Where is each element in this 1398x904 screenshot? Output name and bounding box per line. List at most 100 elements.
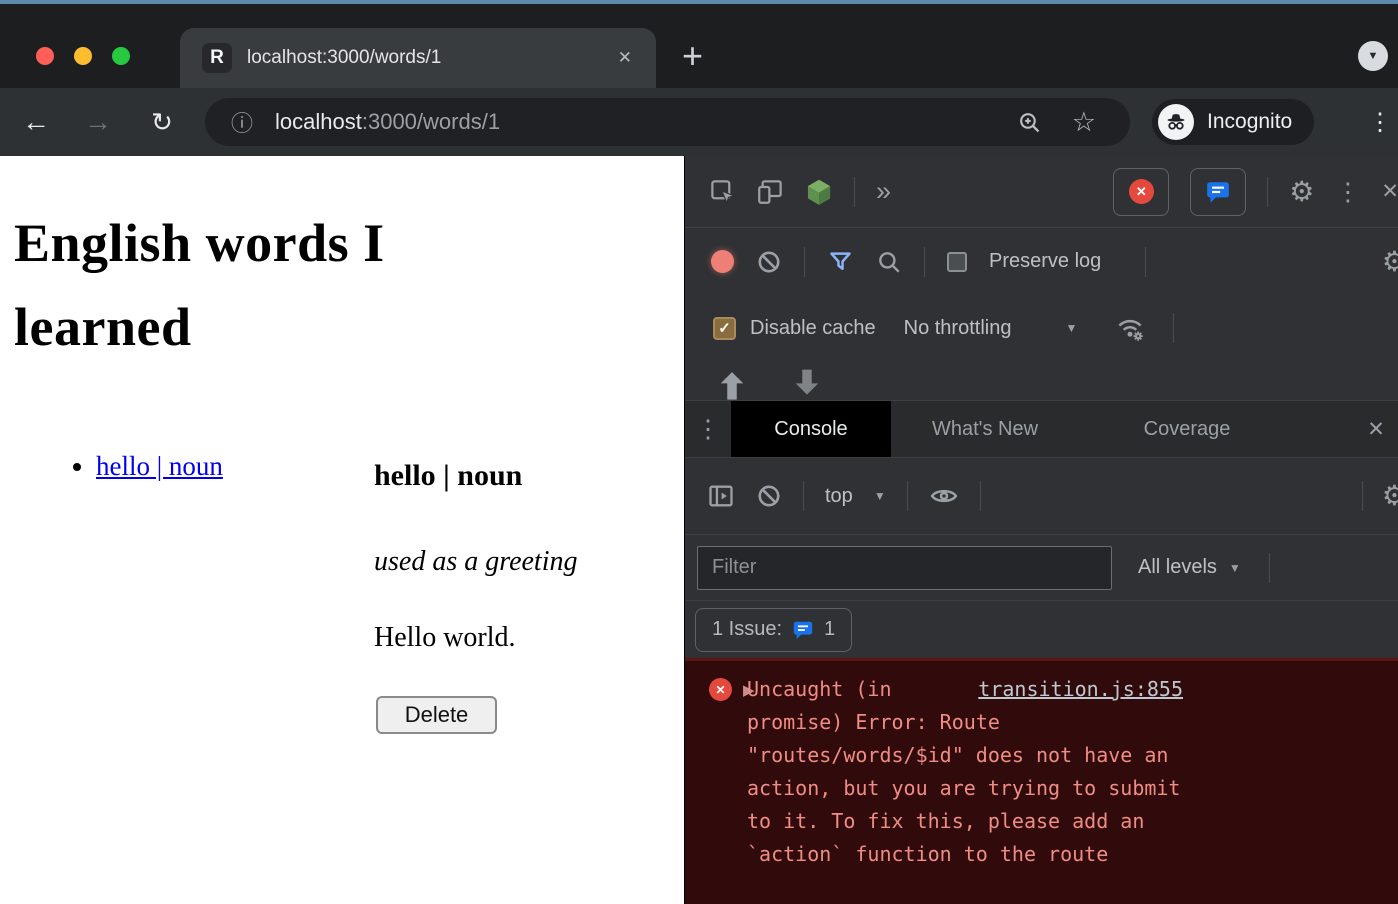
url-host: localhost [275, 109, 362, 134]
chevron-down-icon[interactable]: ▼ [1065, 321, 1077, 335]
preserve-log-checkbox[interactable] [947, 252, 967, 272]
browser-toolbar: ← → ↻ ⓘ localhost:3000/words/1 ☆ Incogni… [0, 88, 1398, 156]
issues-text: 1 Issue: [712, 618, 782, 641]
tab-search-button[interactable]: ▼ [1358, 41, 1388, 71]
address-bar[interactable]: ⓘ localhost:3000/words/1 ☆ [205, 98, 1130, 146]
chat-bubble-icon [792, 619, 814, 641]
browser-tab[interactable]: R localhost:3000/words/1 ✕ [180, 28, 656, 88]
tab-title: localhost:3000/words/1 [247, 47, 618, 69]
separator [803, 481, 804, 511]
devtools-close-icon[interactable]: ✕ [1381, 179, 1398, 204]
record-network-log-button[interactable] [711, 250, 734, 273]
forward-button[interactable]: → [76, 88, 120, 156]
url-text: localhost:3000/words/1 [275, 109, 1017, 135]
separator [804, 247, 805, 277]
separator [1362, 481, 1363, 511]
browser-menu-icon[interactable]: ⋮ [1362, 88, 1398, 156]
separator [1145, 247, 1146, 277]
console-filter-row: All levels ▼ [685, 535, 1398, 601]
clear-console-icon[interactable] [756, 483, 782, 509]
zoom-in-icon[interactable] [1017, 110, 1042, 135]
list-item: hello | noun [96, 451, 223, 482]
back-button[interactable]: ← [14, 88, 58, 156]
separator [854, 177, 855, 207]
url-path: :3000/words/1 [362, 109, 500, 134]
more-panels-icon[interactable]: » [876, 176, 891, 207]
disable-cache-checkbox[interactable]: ✓ [713, 317, 736, 340]
separator [907, 481, 908, 511]
search-network-icon[interactable] [876, 249, 902, 275]
macos-close-button[interactable] [36, 47, 54, 65]
drawer-close-icon[interactable]: ✕ [1353, 417, 1398, 442]
word-detail-title: hello | noun [374, 459, 522, 493]
web-page: English words I learned hello | noun hel… [0, 156, 684, 904]
error-source-link[interactable]: transition.js:855 [978, 673, 1183, 706]
inspect-element-icon[interactable] [709, 178, 736, 205]
reload-button[interactable]: ↻ [140, 88, 184, 156]
page-title: English words I learned [14, 202, 574, 369]
devtools-panel: » ✕ ⚙ ⋮ ✕ [684, 156, 1398, 904]
separator [980, 481, 981, 511]
import-har-up-arrow-icon[interactable] [717, 367, 747, 401]
error-message-block: transition.js:855Uncaught (in promise) E… [747, 673, 1183, 871]
console-sidebar-icon[interactable] [707, 482, 735, 510]
nodejs-icon[interactable] [805, 178, 833, 206]
device-toolbar-icon[interactable] [757, 178, 784, 205]
error-count-badge[interactable]: ✕ [1113, 168, 1169, 216]
console-error-entry: ✕ ▶ transition.js:855Uncaught (in promis… [685, 658, 1398, 904]
tab-coverage[interactable]: Coverage [1097, 401, 1277, 458]
devtools-settings-icon[interactable]: ⚙ [1289, 178, 1314, 206]
word-definition: used as a greeting [374, 546, 578, 578]
tab-console[interactable]: Console [731, 401, 891, 458]
incognito-icon [1158, 104, 1194, 140]
tab-close-icon[interactable]: ✕ [618, 48, 632, 68]
separator [1267, 177, 1268, 207]
console-filter-input[interactable] [697, 546, 1112, 590]
network-conditions-icon[interactable] [1115, 313, 1145, 343]
har-buttons-row [685, 361, 1398, 401]
chevron-down-icon[interactable]: ▼ [874, 489, 886, 503]
chat-bubble-icon [1205, 179, 1231, 205]
execution-context-selector[interactable]: top [825, 485, 853, 508]
network-toolbar: Preserve log ⚙ [685, 228, 1398, 295]
separator [1269, 553, 1270, 583]
issues-count: 1 [824, 618, 835, 641]
issues-message-badge[interactable] [1190, 168, 1246, 216]
log-levels-value: All levels [1138, 556, 1217, 579]
macos-minimize-button[interactable] [74, 47, 92, 65]
devtools-menu-icon[interactable]: ⋮ [1335, 177, 1360, 207]
new-tab-button[interactable]: + [682, 34, 703, 78]
drawer-menu-icon[interactable]: ⋮ [685, 401, 731, 458]
separator [1173, 313, 1174, 343]
error-badge-icon: ✕ [1129, 179, 1154, 204]
clear-network-log-icon[interactable] [756, 249, 782, 275]
word-link[interactable]: hello | noun [96, 451, 223, 481]
issues-row: 1 Issue: 1 [685, 601, 1398, 658]
network-conditions-toolbar: ✓ Disable cache No throttling ▼ [685, 295, 1398, 361]
filter-funnel-icon[interactable] [827, 248, 854, 275]
console-toolbar: top ▼ ⚙ [685, 458, 1398, 535]
browser-window: R localhost:3000/words/1 ✕ + ▼ ← → ↻ ⓘ l… [0, 0, 1398, 904]
preserve-log-label: Preserve log [989, 250, 1101, 273]
throttling-select-value[interactable]: No throttling [904, 317, 1012, 340]
word-list: hello | noun [96, 451, 223, 482]
drawer-tab-bar: ⋮ Console What's New Coverage ✕ [685, 401, 1398, 458]
network-settings-icon[interactable]: ⚙ [1382, 248, 1398, 276]
log-levels-dropdown[interactable]: All levels ▼ [1138, 556, 1241, 579]
issues-counter-button[interactable]: 1 Issue: 1 [695, 608, 852, 652]
delete-button[interactable]: Delete [376, 696, 497, 734]
word-example: Hello world. [374, 622, 516, 654]
console-settings-icon[interactable]: ⚙ [1382, 482, 1398, 510]
tab-whats-new[interactable]: What's New [891, 401, 1079, 458]
error-circle-icon: ✕ [709, 678, 732, 701]
remix-favicon: R [202, 43, 232, 73]
tab-strip: R localhost:3000/words/1 ✕ + ▼ [0, 4, 1398, 88]
bookmark-star-icon[interactable]: ☆ [1072, 109, 1096, 136]
chevron-down-icon: ▼ [1229, 561, 1241, 575]
export-har-down-arrow-icon[interactable] [792, 367, 822, 401]
live-expression-eye-icon[interactable] [929, 481, 959, 511]
macos-fullscreen-button[interactable] [112, 47, 130, 65]
incognito-label: Incognito [1207, 110, 1292, 134]
disable-cache-label: Disable cache [750, 317, 876, 340]
site-info-icon[interactable]: ⓘ [231, 106, 253, 138]
